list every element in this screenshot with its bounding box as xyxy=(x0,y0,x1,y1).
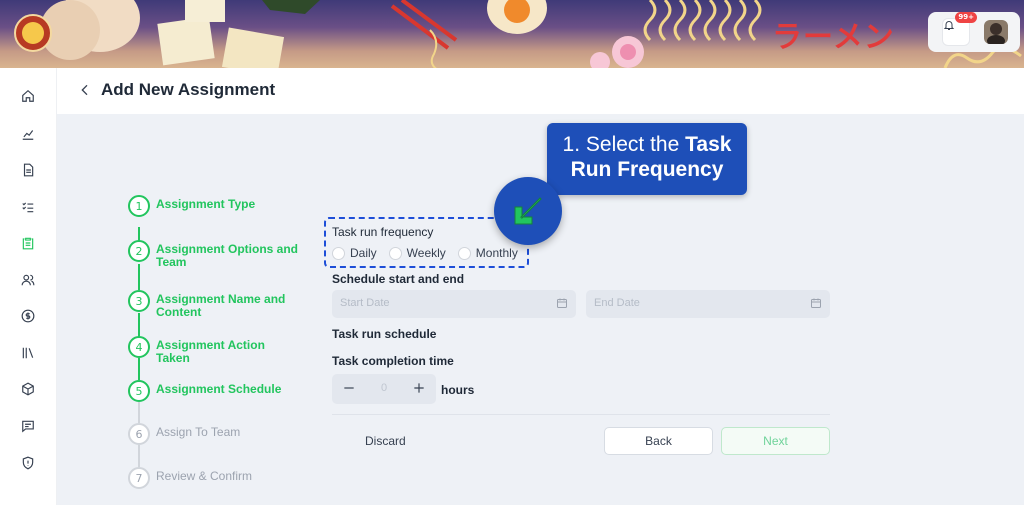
radio-circle[interactable] xyxy=(457,246,471,260)
step-item[interactable]: 1 Assignment Type xyxy=(128,195,301,217)
run-schedule-label: Task run schedule xyxy=(332,327,437,341)
page-header: Add New Assignment xyxy=(57,68,1024,114)
radio-label: Daily xyxy=(350,246,377,260)
step-number: 2 xyxy=(128,240,150,262)
chat-icon[interactable] xyxy=(20,418,36,434)
frequency-label: Task run frequency xyxy=(332,225,434,239)
sidebar xyxy=(0,68,57,505)
plus-icon[interactable] xyxy=(412,381,426,395)
start-date-field[interactable]: Start Date xyxy=(332,290,576,318)
checklist-icon[interactable] xyxy=(20,199,36,215)
end-date-placeholder: End Date xyxy=(594,297,640,309)
step-label: Assignment Options and Team xyxy=(156,242,299,269)
radio-label: Weekly xyxy=(406,246,446,260)
step-label: Assignment Name and Content xyxy=(156,292,286,319)
library-icon[interactable] xyxy=(20,345,36,361)
arrow-down-left-icon xyxy=(514,197,542,225)
step-item[interactable]: 4 Assignment Action Taken xyxy=(128,336,301,365)
radio-monthly[interactable]: Monthly xyxy=(457,246,518,260)
completion-time-value[interactable]: 0 xyxy=(372,382,396,394)
completion-time-label: Task completion time xyxy=(332,354,454,368)
step-connector xyxy=(138,445,140,467)
hours-unit: hours xyxy=(441,383,475,397)
notification-badge: 99+ xyxy=(955,12,977,23)
step-number: 5 xyxy=(128,380,150,402)
brand-logo[interactable] xyxy=(14,14,52,52)
clipboard-icon[interactable] xyxy=(20,235,36,251)
radio-label: Monthly xyxy=(475,246,518,260)
radio-circle[interactable] xyxy=(388,246,402,260)
home-icon[interactable] xyxy=(20,88,36,104)
users-icon[interactable] xyxy=(20,272,36,288)
callout-line1-bold: Task xyxy=(685,133,732,156)
completion-time-stepper: 0 xyxy=(332,374,436,404)
back-arrow-button[interactable] xyxy=(77,82,93,98)
step-label: Assignment Schedule xyxy=(156,382,282,396)
main-content: 1 Assignment Type 2 Assignment Options a… xyxy=(57,114,1024,505)
bell-icon xyxy=(943,21,955,30)
divider xyxy=(332,414,830,415)
step-item[interactable]: 7 Review & Confirm xyxy=(128,467,301,489)
step-item[interactable]: 2 Assignment Options and Team xyxy=(128,240,301,269)
start-date-placeholder: Start Date xyxy=(340,297,390,309)
notifications-button[interactable]: 99+ xyxy=(942,12,977,46)
callout-line2-bold: Run Frequency xyxy=(570,158,724,181)
step-number: 6 xyxy=(128,423,150,445)
step-label: Review & Confirm xyxy=(156,469,253,483)
end-date-field[interactable]: End Date xyxy=(586,290,830,318)
callout-pointer xyxy=(494,177,562,245)
step-connector xyxy=(138,402,140,423)
document-icon[interactable] xyxy=(20,162,36,178)
step-item[interactable]: 6 Assign To Team xyxy=(128,423,301,445)
step-item[interactable]: 3 Assignment Name and Content xyxy=(128,290,301,319)
step-number: 4 xyxy=(128,336,150,358)
callout-line1-prefix: 1. Select the xyxy=(562,133,686,156)
step-number: 1 xyxy=(128,195,150,217)
step-label: Assignment Type xyxy=(156,197,256,211)
step-item[interactable]: 5 Assignment Schedule xyxy=(128,380,301,402)
user-avatar[interactable] xyxy=(984,20,1008,44)
next-button[interactable]: Next xyxy=(721,427,830,455)
step-connector xyxy=(138,227,140,241)
calendar-icon[interactable] xyxy=(810,297,822,309)
radio-daily[interactable]: Daily xyxy=(332,246,377,260)
brand-text: ラーメン xyxy=(772,20,895,55)
schedule-label: Schedule start and end xyxy=(332,272,465,286)
tutorial-callout: 1. Select the Task Run Frequency xyxy=(547,123,747,195)
step-number: 3 xyxy=(128,290,150,312)
radio-weekly[interactable]: Weekly xyxy=(388,246,446,260)
radio-circle[interactable] xyxy=(332,246,345,260)
minus-icon[interactable] xyxy=(342,381,356,395)
step-number: 7 xyxy=(128,467,150,489)
analytics-icon[interactable] xyxy=(20,126,36,142)
back-button[interactable]: Back xyxy=(604,427,713,455)
dollar-icon[interactable] xyxy=(20,308,36,324)
calendar-icon[interactable] xyxy=(556,297,568,309)
step-label: Assignment Action Taken xyxy=(156,338,265,365)
box-icon[interactable] xyxy=(20,381,36,397)
frequency-radio-group: Daily Weekly Monthly xyxy=(332,246,518,260)
shield-icon[interactable] xyxy=(20,455,36,471)
page-title: Add New Assignment xyxy=(101,80,276,99)
chevron-left-icon xyxy=(81,84,88,96)
top-actions: 99+ xyxy=(928,12,1020,52)
discard-button[interactable]: Discard xyxy=(365,434,406,448)
step-label: Assign To Team xyxy=(156,425,241,439)
top-banner: ラーメン 99+ xyxy=(0,0,1024,68)
